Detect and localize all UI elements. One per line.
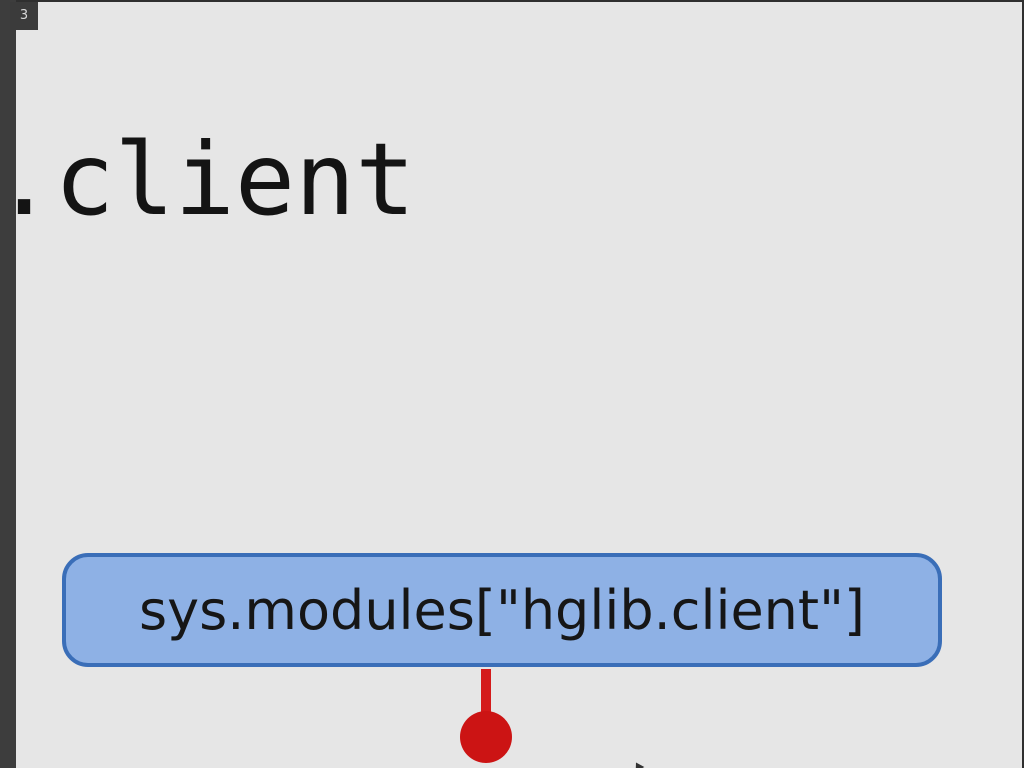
slide-heading-code: .client: [16, 121, 416, 238]
presentation-viewer: 3 .client sys.modules["hglib.client"]: [0, 0, 1024, 768]
mouse-cursor-icon: [631, 760, 645, 768]
left-sidebar-strip: [0, 0, 16, 768]
callout-text: sys.modules["hglib.client"]: [139, 578, 865, 642]
pin-marker-icon: [460, 711, 512, 763]
page-number-badge: 3: [10, 2, 38, 30]
slide-canvas: .client sys.modules["hglib.client"]: [16, 2, 1022, 768]
callout-box: sys.modules["hglib.client"]: [62, 553, 942, 667]
